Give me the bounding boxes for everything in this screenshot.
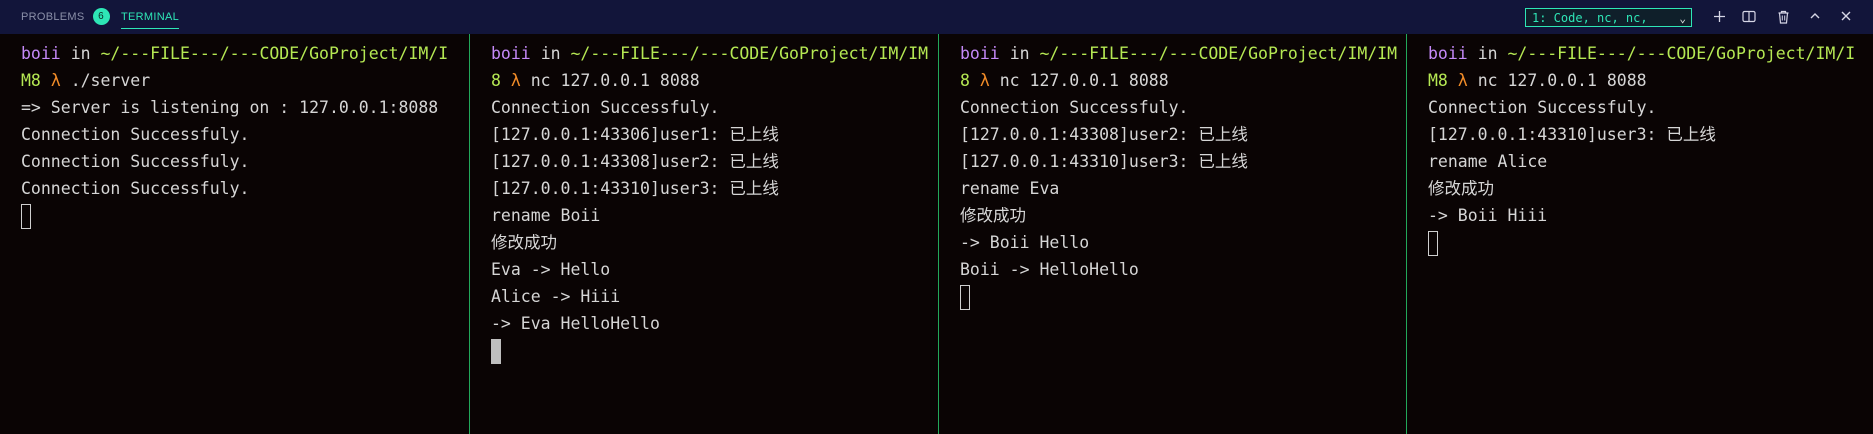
output-line: rename Eva [960, 179, 1060, 198]
split-terminal-button[interactable] [1740, 8, 1758, 26]
terminal-cursor [491, 339, 501, 364]
output-line: [127.0.0.1:43310]user3: 已上线 [960, 152, 1248, 171]
prompt-path: ~/---FILE---/---CODE/GoProject/IM/IM [1039, 44, 1398, 63]
chevron-down-icon: ⌄ [1679, 12, 1686, 25]
output-line: 修改成功 [491, 233, 557, 252]
output-line: Alice -> Hiii [491, 287, 621, 306]
command-text: ./server [70, 71, 151, 90]
terminal-cursor [960, 285, 970, 310]
terminal-pane[interactable]: boii in ~/---FILE---/---CODE/GoProject/I… [938, 34, 1406, 434]
output-line: rename Boii [491, 206, 601, 225]
prompt-path-cont: M8 [1428, 71, 1448, 90]
prompt-user: boii [491, 44, 531, 63]
output-line: Connection Successfuly. [21, 179, 250, 198]
output-line: rename Alice [1428, 152, 1548, 171]
prompt-line: M8 λ nc 127.0.0.1 8088 [1428, 67, 1873, 94]
input-line[interactable] [491, 337, 938, 364]
split-icon [1742, 10, 1756, 23]
prompt-in: in [1009, 44, 1030, 63]
command-text: nc 127.0.0.1 8088 [1477, 71, 1647, 90]
prompt-lambda: λ [510, 71, 521, 90]
prompt-line: 8 λ nc 127.0.0.1 8088 [960, 67, 1406, 94]
terminal-cursor [21, 204, 31, 229]
plus-icon [1713, 11, 1725, 22]
prompt-path: ~/---FILE---/---CODE/GoProject/IM/I [100, 44, 449, 63]
output-line: Connection Successfuly. [21, 152, 250, 171]
maximize-panel-button[interactable] [1806, 8, 1824, 26]
close-icon [1841, 11, 1851, 21]
output-line: Connection Successfuly. [491, 98, 720, 117]
command-text: nc 127.0.0.1 8088 [999, 71, 1169, 90]
output-line: [127.0.0.1:43310]user3: 已上线 [491, 179, 779, 198]
terminal-pane[interactable]: boii in ~/---FILE---/---CODE/GoProject/I… [469, 34, 938, 434]
terminal-select[interactable]: 1: Code, nc, nc, ⌄ [1525, 8, 1692, 27]
prompt-path-cont: 8 [960, 71, 970, 90]
output-line: [127.0.0.1:43308]user2: 已上线 [491, 152, 779, 171]
tab-problems-label: PROBLEMS [21, 11, 85, 23]
prompt-user: boii [960, 44, 1000, 63]
output-line: -> Boii Hiii [1428, 206, 1548, 225]
terminal-cursor [1428, 231, 1438, 256]
output-line: Connection Successfuly. [21, 125, 250, 144]
output-line: Connection Successfuly. [960, 98, 1189, 117]
command-text: nc 127.0.0.1 8088 [530, 71, 700, 90]
input-line[interactable] [21, 202, 469, 229]
prompt-in: in [540, 44, 561, 63]
terminal-pane[interactable]: boii in ~/---FILE---/---CODE/GoProject/I… [0, 34, 469, 434]
output-line: Boii -> HelloHello [960, 260, 1139, 279]
output-line: [127.0.0.1:43306]user1: 已上线 [491, 125, 779, 144]
prompt-path: ~/---FILE---/---CODE/GoProject/IM/I [1507, 44, 1856, 63]
prompt-line: boii in ~/---FILE---/---CODE/GoProject/I… [21, 40, 469, 67]
problems-count-badge: 6 [92, 7, 110, 25]
prompt-line: boii in ~/---FILE---/---CODE/GoProject/I… [1428, 40, 1873, 67]
prompt-user: boii [21, 44, 61, 63]
terminal-panes: boii in ~/---FILE---/---CODE/GoProject/I… [0, 34, 1873, 434]
output-line: [127.0.0.1:43310]user3: 已上线 [1428, 125, 1716, 144]
output-line: [127.0.0.1:43308]user2: 已上线 [960, 125, 1248, 144]
prompt-in: in [1477, 44, 1498, 63]
prompt-lambda: λ [979, 71, 990, 90]
output-line: 修改成功 [960, 206, 1026, 225]
close-panel-button[interactable] [1837, 8, 1855, 26]
prompt-line: boii in ~/---FILE---/---CODE/GoProject/I… [491, 40, 938, 67]
prompt-line: 8 λ nc 127.0.0.1 8088 [491, 67, 938, 94]
output-line: => Server is listening on : 127.0.0.1:80… [21, 98, 439, 117]
output-line: 修改成功 [1428, 179, 1494, 198]
prompt-lambda: λ [1457, 71, 1468, 90]
output-line: Connection Successfuly. [1428, 98, 1657, 117]
prompt-user: boii [1428, 44, 1468, 63]
prompt-path-cont: 8 [491, 71, 501, 90]
terminal-select-value: 1: Code, nc, nc, [1532, 11, 1648, 25]
tab-problems[interactable]: PROBLEMS 6 [21, 0, 110, 34]
terminal-pane[interactable]: boii in ~/---FILE---/---CODE/GoProject/I… [1406, 34, 1873, 434]
panel-header: PROBLEMS 6 TERMINAL 1: Code, nc, nc, ⌄ [0, 0, 1873, 34]
output-line: -> Boii Hello [960, 233, 1090, 252]
trash-icon [1778, 10, 1788, 24]
input-line[interactable] [1428, 229, 1873, 256]
prompt-lambda: λ [50, 71, 61, 90]
output-line: Eva -> Hello [491, 260, 611, 279]
prompt-in: in [70, 44, 91, 63]
kill-terminal-button[interactable] [1774, 8, 1792, 26]
prompt-path-cont: M8 [21, 71, 41, 90]
chevron-up-icon [1810, 13, 1820, 19]
input-line[interactable] [960, 283, 1406, 310]
new-terminal-button[interactable] [1710, 8, 1728, 26]
prompt-path: ~/---FILE---/---CODE/GoProject/IM/IM [570, 44, 929, 63]
output-line: -> Eva HelloHello [491, 314, 660, 333]
prompt-line: boii in ~/---FILE---/---CODE/GoProject/I… [960, 40, 1406, 67]
tab-terminal[interactable]: TERMINAL [121, 0, 180, 34]
tab-terminal-label: TERMINAL [121, 11, 180, 23]
prompt-line: M8 λ ./server [21, 67, 469, 94]
